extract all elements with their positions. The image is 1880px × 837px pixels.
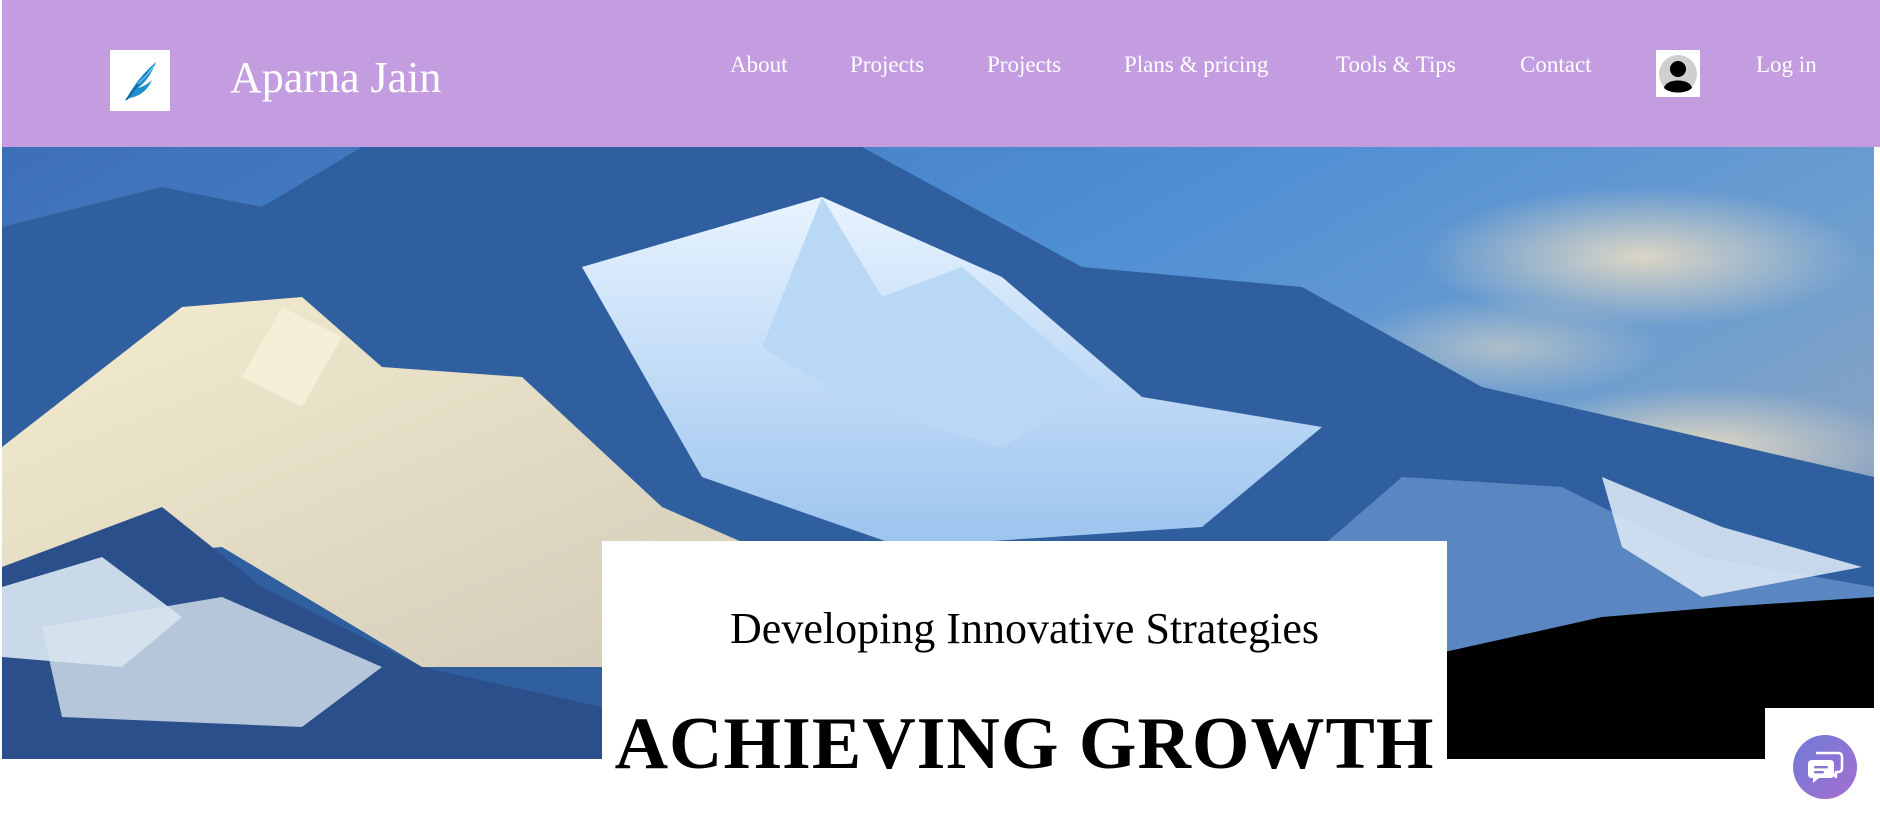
nav-tools-tips[interactable]: Tools & Tips [1336, 48, 1456, 82]
site-title[interactable]: Aparna Jain [230, 48, 441, 108]
nav-contact[interactable]: Contact [1520, 48, 1592, 82]
user-avatar-icon [1659, 54, 1697, 93]
nav-about[interactable]: About [730, 48, 788, 82]
site-logo[interactable] [110, 50, 170, 111]
nav-plans-pricing[interactable]: Plans & pricing [1124, 48, 1268, 82]
avatar[interactable] [1656, 50, 1700, 97]
login-link[interactable]: Log in [1756, 48, 1817, 82]
nav-projects[interactable]: Projects [850, 48, 924, 82]
hero-headline-card: Developing Innovative Strategies ACHIEVI… [602, 541, 1447, 837]
feather-logo-icon [125, 61, 156, 100]
chat-bubble-icon [1808, 751, 1844, 783]
nav-projects-2[interactable]: Projects [987, 48, 1061, 82]
chat-button[interactable] [1793, 735, 1857, 799]
hero-headline: ACHIEVING GROWTH [614, 703, 1435, 785]
hero-subtitle: Developing Innovative Strategies [730, 604, 1319, 653]
site-header: Aparna Jain About Projects Projects Plan… [2, 0, 1880, 147]
